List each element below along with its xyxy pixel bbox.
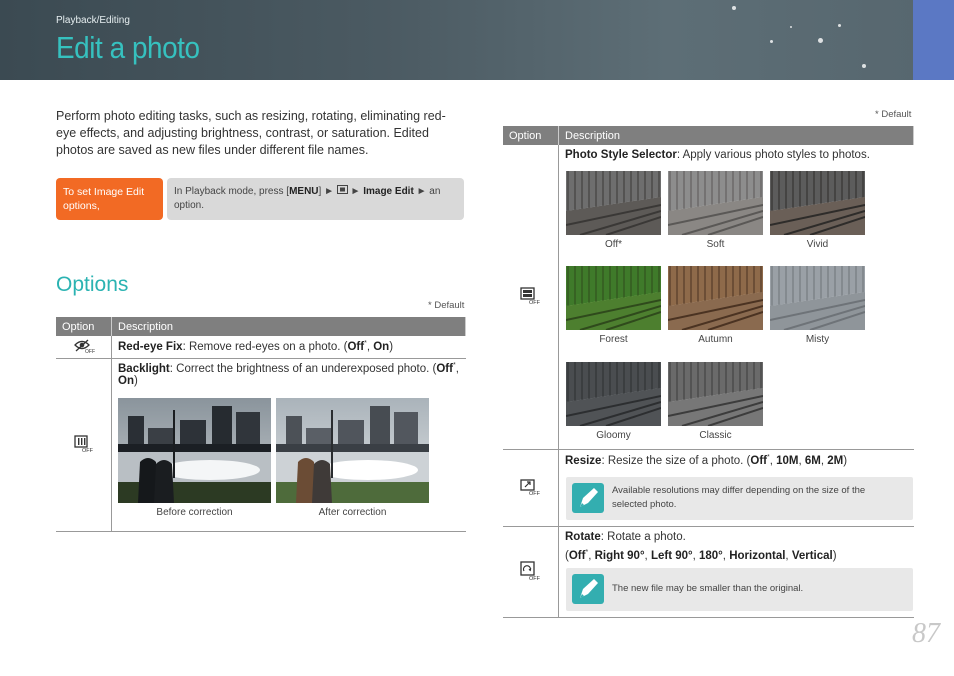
howto-step-text: In Playback mode, press [ [174, 186, 290, 197]
photo-style-icon: OFF [503, 145, 559, 450]
column-header-description: Description [558, 126, 914, 145]
sparkle-decoration [862, 64, 866, 68]
table-row-redeye: OFF Red-eye Fix: Remove red-eyes on a ph… [56, 336, 466, 359]
option-desc: : Apply various photo styles to photos. [676, 149, 870, 161]
photo-style-thumbnail [566, 362, 661, 426]
option-desc: : Remove red-eyes on a photo. ( [182, 340, 348, 353]
photo-style-thumbnail [668, 362, 763, 426]
note-pen-icon [572, 483, 604, 513]
value-off: Off [750, 454, 767, 467]
paren: ) [389, 340, 394, 353]
value-off: Off [436, 362, 453, 375]
value-on: On [373, 340, 390, 353]
photo-style-caption: Gloomy [596, 430, 631, 441]
intro-paragraph: Perform photo editing tasks, such as res… [56, 109, 446, 157]
option-name: Red-eye Fix [118, 340, 183, 353]
paren: ) [843, 454, 848, 467]
option-desc: : Rotate a photo. [600, 531, 686, 543]
photo-style-caption: Misty [805, 334, 830, 345]
redeye-fix-icon: OFF [56, 336, 112, 359]
svg-text:OFF: OFF [85, 349, 95, 354]
photo-style-caption: Off* [604, 239, 623, 250]
photo-style-caption: Vivid [806, 239, 829, 250]
page-title: Edit a photo [56, 30, 200, 65]
option-desc: : Correct the brightness of an underexpo… [169, 362, 437, 375]
photo-style-thumbnail [566, 171, 661, 235]
value-off: Off [568, 549, 586, 562]
note-pen-icon [572, 574, 604, 604]
breadcrumb: Playback/Editing [56, 15, 130, 26]
photo-before-correction [118, 398, 271, 503]
sparkle-decoration [770, 40, 773, 43]
sparkle-decoration [732, 6, 736, 10]
howto-label: To set Image Edit options, [56, 178, 163, 220]
chapter-tab[interactable] [913, 0, 954, 80]
image-edit-term: Image Edit [363, 186, 414, 197]
paren: ) [832, 549, 837, 562]
howto-step-text: ► [347, 186, 364, 197]
photo-style-thumbnail [770, 171, 865, 235]
column-header-description: Description [111, 317, 466, 336]
howto-box: To set Image Edit options, In Playback m… [56, 178, 464, 220]
photo-style-caption: Forest [599, 334, 628, 345]
caption-after: After correction [318, 507, 387, 518]
redeye-description: Red-eye Fix: Remove red-eyes on a photo.… [111, 336, 466, 359]
svg-text:OFF: OFF [82, 448, 94, 453]
default-note: * Default [875, 109, 912, 120]
value-6m: 6M [804, 454, 821, 467]
backlight-icon: OFF [56, 358, 112, 532]
photo-style-thumbnail [566, 266, 661, 330]
svg-text:OFF: OFF [529, 576, 541, 581]
playback-edit-icon [336, 185, 348, 194]
value-vertical: Vertical [791, 549, 833, 562]
photo-style-thumbnail [770, 266, 865, 330]
value-left-90: Left 90° [650, 549, 693, 562]
default-note: * Default [428, 300, 465, 311]
howto-steps: In Playback mode, press [MENU] ► ► Image… [167, 178, 464, 220]
column-header-option: Option [56, 317, 112, 336]
note-text: The new file may be smaller than the ori… [612, 583, 804, 594]
value-right-90: Right 90° [594, 549, 645, 562]
option-name: Photo Style Selector [565, 149, 677, 161]
value-off: Off [347, 340, 365, 353]
sparkle-decoration [838, 24, 841, 27]
separator: , [455, 362, 459, 375]
paren: ) [133, 374, 138, 387]
photo-style-caption: Autumn [698, 334, 733, 345]
note-resize: Available resolutions may differ dependi… [566, 477, 913, 520]
sparkle-decoration [818, 38, 823, 43]
menu-key: MENU [289, 186, 319, 197]
rotate-icon: OFF [503, 526, 559, 618]
page-number: 87 [912, 618, 940, 649]
option-name: Resize [565, 454, 602, 467]
value-2m: 2M [827, 454, 844, 467]
photo-style-caption: Classic [699, 430, 732, 441]
value-horizontal: Horizontal [729, 549, 786, 562]
value-10m: 10M [776, 454, 799, 467]
value-180: 180° [699, 549, 723, 562]
resize-icon: OFF [503, 449, 559, 527]
section-title-options: Options [56, 273, 129, 296]
photo-style-caption: Soft [706, 239, 725, 250]
note-rotate: The new file may be smaller than the ori… [566, 568, 913, 611]
column-header-option: Option [503, 126, 559, 145]
svg-text:OFF: OFF [529, 300, 541, 305]
photo-style-thumbnail [668, 171, 763, 235]
note-text: Available resolutions may differ dependi… [612, 485, 866, 510]
photo-style-thumbnail [668, 266, 763, 330]
photo-after-correction [276, 398, 429, 503]
caption-before: Before correction [156, 507, 233, 518]
sparkle-decoration [790, 26, 792, 28]
option-desc: : Resize the size of a photo. ( [601, 454, 751, 467]
svg-text:OFF: OFF [529, 491, 541, 496]
value-on: On [118, 374, 134, 387]
howto-step-text: ] ► [318, 186, 337, 197]
option-name: Rotate [565, 531, 601, 543]
option-name: Backlight [118, 362, 170, 375]
